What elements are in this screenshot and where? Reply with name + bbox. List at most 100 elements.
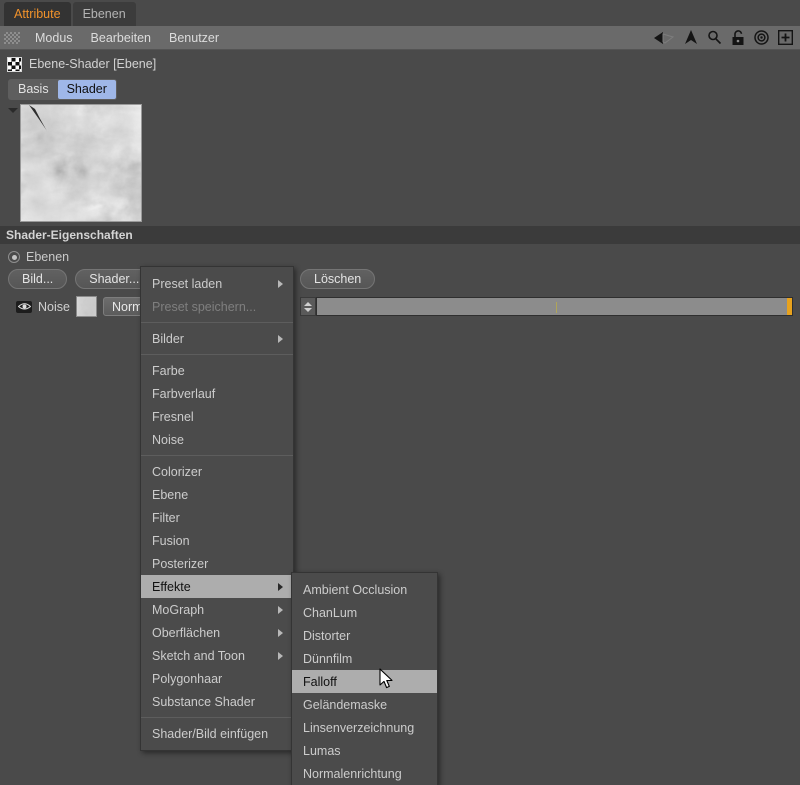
shader-action-buttons: Bild... Shader... xyxy=(8,269,154,289)
context-menu-item-filter[interactable]: Filter xyxy=(141,506,293,529)
submenu-item-dunnfilm[interactable]: Dünnfilm xyxy=(292,647,437,670)
plus-icon[interactable] xyxy=(778,30,793,45)
chevron-right-icon xyxy=(278,279,283,288)
grip-icon[interactable] xyxy=(4,31,20,44)
context-menu-item-label: MoGraph xyxy=(152,602,205,617)
bild-button[interactable]: Bild... xyxy=(8,269,68,289)
shader-preview-thumbnail[interactable] xyxy=(20,104,142,222)
submenu-item-label: Falloff xyxy=(303,674,337,689)
radio-ebenen[interactable]: Ebenen xyxy=(8,250,69,264)
tab-shader-label: Shader xyxy=(66,82,107,96)
slider-handle[interactable] xyxy=(787,298,792,315)
context-menu-item-label: Sketch and Toon xyxy=(152,648,245,663)
submenu-item-normalenrichtung[interactable]: Normalenrichtung xyxy=(292,762,437,785)
context-menu-item-label: Fresnel xyxy=(152,409,194,424)
context-menu-separator xyxy=(141,717,293,718)
context-menu-item-shader-bild-einfugen[interactable]: Shader/Bild einfügen xyxy=(141,722,293,745)
submenu-item-lumas[interactable]: Lumas xyxy=(292,739,437,762)
context-menu-item-label: Substance Shader xyxy=(152,694,255,709)
target-icon[interactable] xyxy=(754,30,769,45)
tab-attribute[interactable]: Attribute xyxy=(4,2,71,26)
submenu-item-label: Dünnfilm xyxy=(303,651,353,666)
tab-ebenen[interactable]: Ebenen xyxy=(72,2,136,26)
context-menu-item-colorizer[interactable]: Colorizer xyxy=(141,460,293,483)
context-menu-item-ebene[interactable]: Ebene xyxy=(141,483,293,506)
loeschen-button-label: Löschen xyxy=(314,272,362,286)
context-menu-item-preset-laden[interactable]: Preset laden xyxy=(141,272,293,295)
up-down-stepper-icon[interactable] xyxy=(300,297,316,316)
mouse-pointer xyxy=(379,668,395,693)
shader-context-menu: Preset laden Preset speichern... Bilder Far… xyxy=(140,266,294,751)
bild-button-label: Bild... xyxy=(22,272,54,286)
context-menu-item-label: Oberflächen xyxy=(152,625,221,640)
context-menu-item-label: Polygonhaar xyxy=(152,671,223,686)
layer-name-label: Noise xyxy=(38,299,70,314)
chevron-right-icon xyxy=(278,582,283,591)
context-menu-item-bilder[interactable]: Bilder xyxy=(141,327,293,350)
layer-opacity-slider[interactable] xyxy=(316,297,793,316)
context-menu-item-label: Colorizer xyxy=(152,464,203,479)
submenu-item-label: Distorter xyxy=(303,628,351,643)
context-menu-item-fusion[interactable]: Fusion xyxy=(141,529,293,552)
chevron-right-icon xyxy=(278,334,283,343)
section-title-label: Shader-Eigenschaften xyxy=(6,228,133,242)
submenu-item-label: Linsenverzeichnung xyxy=(303,720,415,735)
eye-icon[interactable] xyxy=(16,300,32,313)
radio-icon xyxy=(8,251,20,263)
context-menu-item-label: Effekte xyxy=(152,579,191,594)
submenu-item-gelandemaske[interactable]: Geländemaske xyxy=(292,693,437,716)
menu-item-modus[interactable]: Modus xyxy=(26,27,82,49)
triangle-down-icon[interactable] xyxy=(8,108,18,113)
context-menu-item-label: Preset speichern... xyxy=(152,299,257,314)
context-menu-item-preset-speichern: Preset speichern... xyxy=(141,295,293,318)
context-menu-item-label: Preset laden xyxy=(152,276,223,291)
back-arrow-icon[interactable] xyxy=(653,31,675,45)
submenu-item-ambient-occlusion[interactable]: Ambient Occlusion xyxy=(292,578,437,601)
window-tabstrip: Attribute Ebenen xyxy=(0,0,800,26)
context-menu-item-farbverlauf[interactable]: Farbverlauf xyxy=(141,382,293,405)
chevron-right-icon xyxy=(278,651,283,660)
submenu-item-linsenverzeichnung[interactable]: Linsenverzeichnung xyxy=(292,716,437,739)
chevron-right-icon xyxy=(278,605,283,614)
tab-shader[interactable]: Shader xyxy=(57,80,116,99)
context-menu-item-oberflachen[interactable]: Oberflächen xyxy=(141,621,293,644)
menu-bar-icon-group xyxy=(653,29,800,46)
tab-ebenen-label: Ebenen xyxy=(82,7,126,21)
menu-item-bearbeiten[interactable]: Bearbeiten xyxy=(82,27,160,49)
unlock-icon[interactable] xyxy=(731,29,745,46)
context-menu-item-label: Posterizer xyxy=(152,556,209,571)
context-menu-separator xyxy=(141,354,293,355)
loeschen-button[interactable]: Löschen xyxy=(300,269,376,289)
chevron-right-icon xyxy=(278,628,283,637)
context-menu-item-label: Bilder xyxy=(152,331,184,346)
submenu-item-label: ChanLum xyxy=(303,605,358,620)
context-menu-item-effekte[interactable]: Effekte xyxy=(141,575,293,598)
submenu-item-distorter[interactable]: Distorter xyxy=(292,624,437,647)
submenu-item-label: Ambient Occlusion xyxy=(303,582,408,597)
context-menu-item-substance-shader[interactable]: Substance Shader xyxy=(141,690,293,713)
search-icon[interactable] xyxy=(707,30,722,45)
noise-thumbnail[interactable] xyxy=(75,296,97,317)
context-menu-item-fresnel[interactable]: Fresnel xyxy=(141,405,293,428)
submenu-item-label: Normalenrichtung xyxy=(303,766,402,781)
tab-basis-label: Basis xyxy=(18,82,49,96)
context-menu-item-posterizer[interactable]: Posterizer xyxy=(141,552,293,575)
context-menu-item-noise[interactable]: Noise xyxy=(141,428,293,451)
context-menu-item-label: Ebene xyxy=(152,487,189,502)
tab-basis[interactable]: Basis xyxy=(9,80,58,99)
submenu-item-label: Lumas xyxy=(303,743,341,758)
context-menu-item-mograph[interactable]: MoGraph xyxy=(141,598,293,621)
shader-button-label: Shader... xyxy=(89,272,140,286)
up-arrow-icon[interactable] xyxy=(684,30,698,45)
section-title-shader-eigenschaften: Shader-Eigenschaften xyxy=(0,226,800,244)
context-menu-item-label: Farbe xyxy=(152,363,185,378)
menu-item-benutzer[interactable]: Benutzer xyxy=(160,27,228,49)
context-menu-item-farbe[interactable]: Farbe xyxy=(141,359,293,382)
context-menu-item-sketch-and-toon[interactable]: Sketch and Toon xyxy=(141,644,293,667)
submenu-item-falloff[interactable]: Falloff xyxy=(292,670,437,693)
submenu-item-chanlum[interactable]: ChanLum xyxy=(292,601,437,624)
context-menu-item-label: Farbverlauf xyxy=(152,386,216,401)
context-menu-separator xyxy=(141,322,293,323)
context-menu-item-polygonhaar[interactable]: Polygonhaar xyxy=(141,667,293,690)
page-title: Ebene-Shader [Ebene] xyxy=(29,57,157,71)
